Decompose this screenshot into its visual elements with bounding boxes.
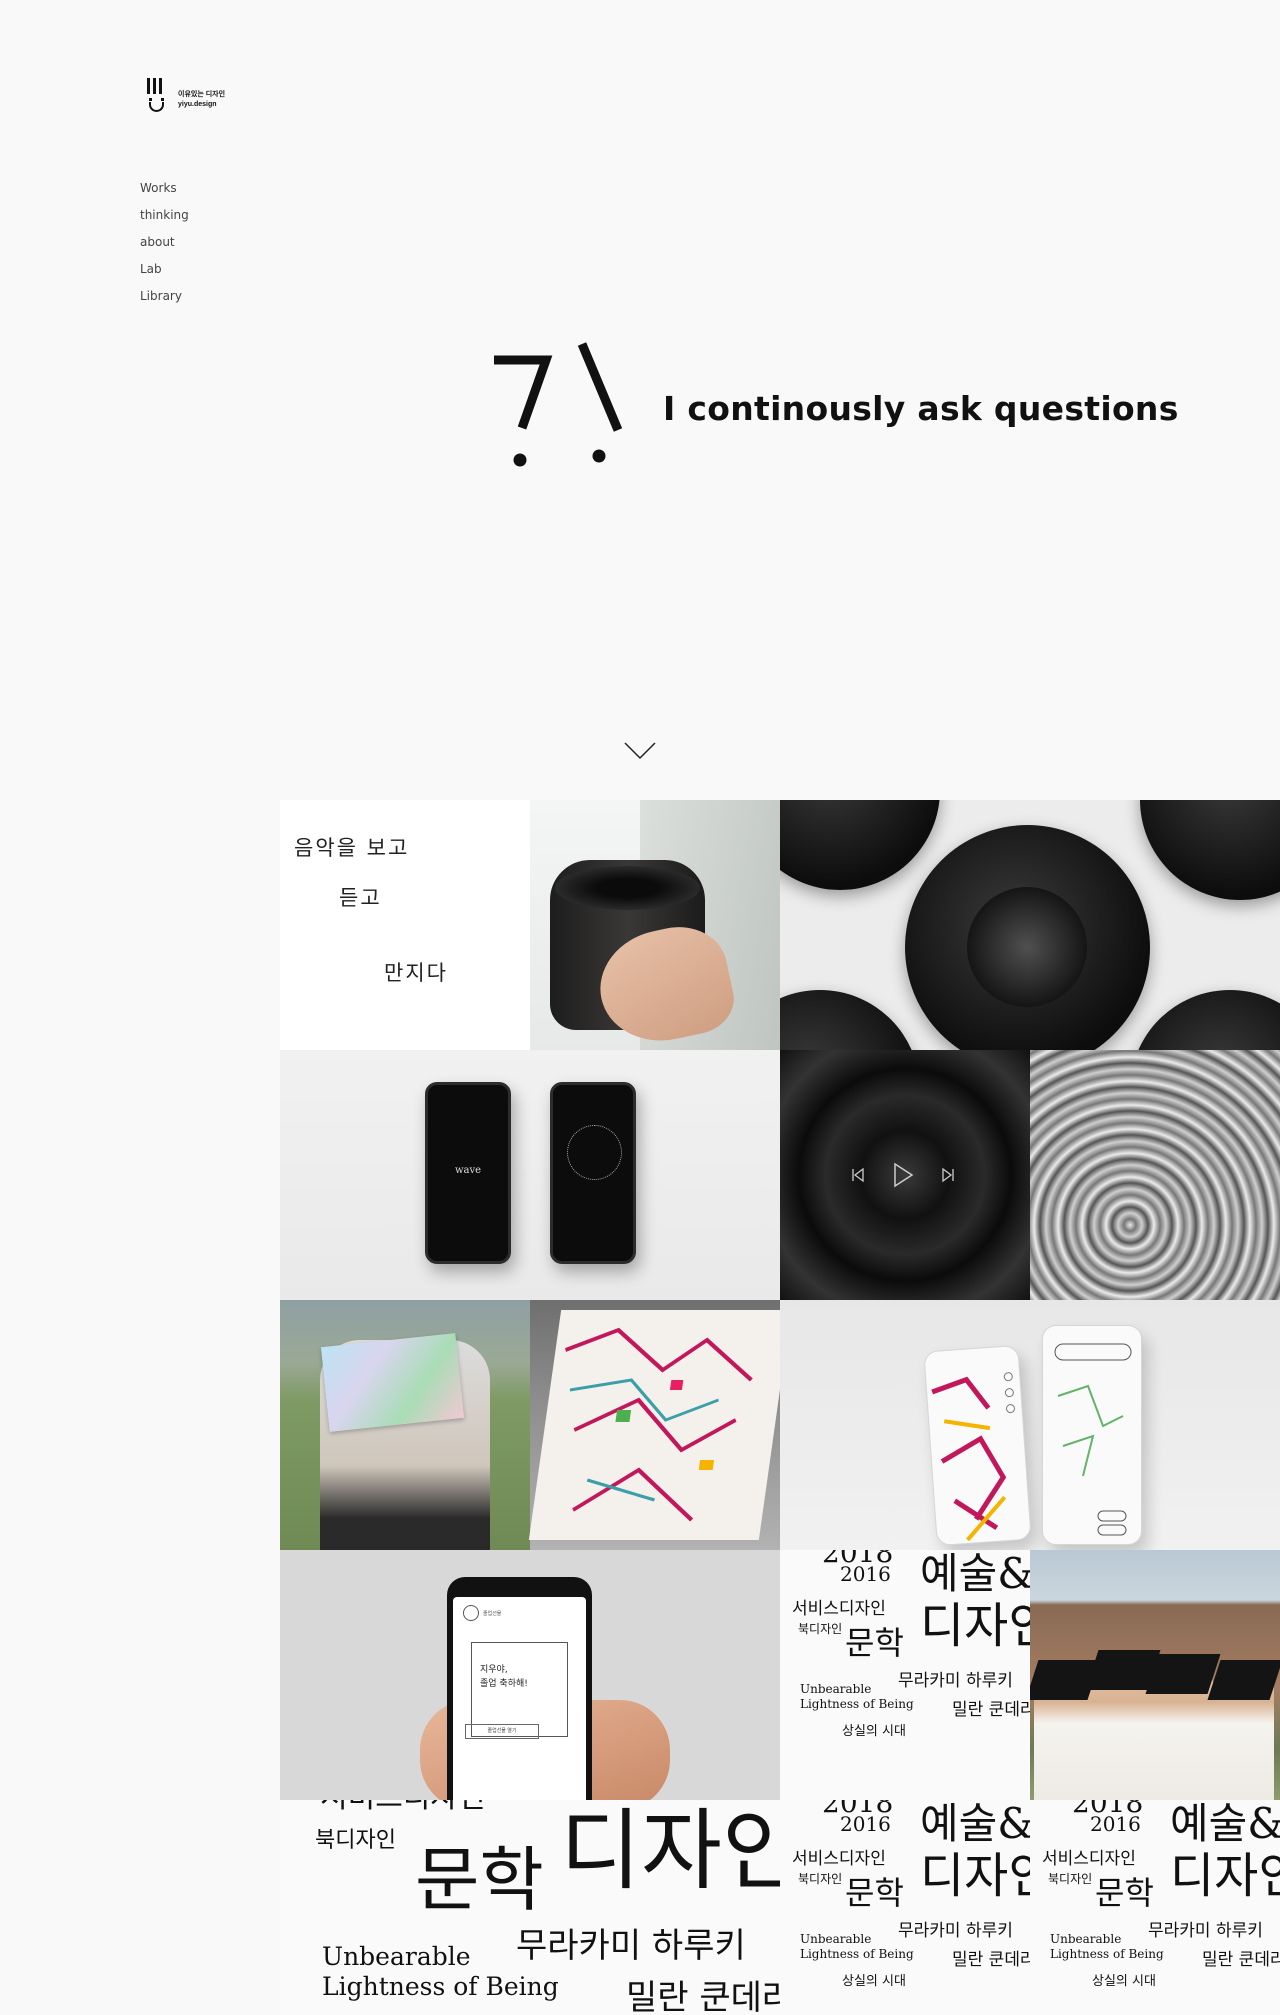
work-tile-graduates-photo[interactable]: [1030, 1550, 1280, 1800]
speaker-disc-image: [905, 825, 1150, 1050]
main-nav: Works thinking about Lab Library: [140, 181, 189, 316]
question-exclamation-icon: [494, 342, 623, 467]
poster-kundera: 밀란 쿤데라: [1202, 1950, 1280, 1970]
music-line-3: 만지다: [384, 961, 448, 985]
greeting-line-2: 졸업 축하해!: [480, 1679, 528, 1689]
poster-murakami: 무라카미 하루키: [898, 1921, 1013, 1941]
previous-icon: [852, 1167, 864, 1183]
ripple-pattern-image: [1030, 1050, 1280, 1300]
poster-murakami: 무라카미 하루키: [898, 1671, 1013, 1691]
poster-kundera: 밀란 쿤데라: [952, 1950, 1030, 1970]
poster-unbearable: Unbearable: [800, 1682, 872, 1696]
work-tile-poster-large[interactable]: 서비스디자인 북디자인 문학 디자인 무라카미 하루키 Unbearable L…: [280, 1800, 780, 2015]
poster-literature: 문학: [1095, 1874, 1154, 1912]
next-icon: [942, 1167, 954, 1183]
open-gift-button[interactable]: 졸업선물 열기: [465, 1724, 539, 1739]
speaker-disc-image: [780, 800, 940, 890]
phone-image: wave: [425, 1082, 511, 1264]
poster-literature: 문학: [845, 1624, 904, 1662]
phone-image: [550, 1082, 636, 1264]
poster-murakami: 무라카미 하루키: [1148, 1921, 1263, 1941]
work-tile-speaker-discs[interactable]: [780, 800, 1280, 1050]
graduation-header-text: 졸업선물: [483, 1610, 502, 1617]
poster-book-design: 북디자인: [798, 1872, 843, 1886]
speaker-disc-image: [1130, 990, 1280, 1050]
poster-service-design: 서비스디자인: [320, 1800, 486, 1816]
hero-tagline: I continously ask questions: [663, 389, 1179, 428]
logo-name-ko: 이유있는 디자인: [178, 91, 226, 98]
poster-design: 디자인: [920, 1848, 1030, 1904]
poster-era: 상실의 시대: [842, 1974, 906, 1989]
poster-kundera: 밀란 쿤데라: [626, 1978, 780, 2015]
work-tile-poster[interactable]: 2018 2016 예술& 디자인 서비스디자인 북디자인 문학 무라카미 하루…: [1030, 1800, 1280, 2015]
poster-unbearable: Unbearable: [800, 1932, 872, 1946]
speaker-disc-image: [1140, 800, 1280, 900]
poster-literature: 문학: [845, 1874, 904, 1912]
work-tile-map-app[interactable]: [780, 1300, 1280, 1550]
poster-unbearable: Unbearable: [322, 1942, 471, 1971]
poster-kundera: 밀란 쿤데라: [952, 1700, 1030, 1720]
campus-map-image: [528, 1310, 780, 1540]
poster-design: 디자인: [1170, 1848, 1280, 1904]
works-grid: 음악을 보고 듣고 만지다 wave 졸업선물 지우야, 졸업 축하해! 졸업선…: [280, 800, 1280, 2015]
work-tile-music-text[interactable]: 음악을 보고 듣고 만지다: [280, 800, 780, 1050]
speaker-hand-photo: [530, 800, 780, 1050]
speaker-disc-image: [780, 990, 920, 1050]
wave-logo: wave: [454, 1165, 482, 1176]
grad-cap-image: [1145, 1654, 1221, 1694]
logo-text: 이유있는 디자인 yiyu.design: [178, 90, 225, 110]
poster-lightness: Lightness of Being: [1050, 1947, 1164, 1961]
work-tile-cymatics[interactable]: [780, 1050, 1280, 1300]
work-tile-poster[interactable]: 2018 2016 예술& 디자인 서비스디자인 북디자인 문학 무라카미 하루…: [780, 1800, 1030, 2015]
wheelchair-user-photo: [280, 1300, 530, 1550]
nav-item-about[interactable]: about: [140, 235, 189, 262]
smile-icon: [147, 94, 167, 116]
music-line-2: 듣고: [339, 886, 382, 910]
site-logo[interactable]: 이유있는 디자인 yiyu.design: [147, 76, 247, 122]
poster-book-design: 북디자인: [798, 1622, 843, 1636]
greeting-card: 지우야, 졸업 축하해!: [471, 1642, 568, 1737]
poster-design: 디자인: [560, 1800, 780, 1902]
poster-era: 상실의 시대: [1092, 1974, 1156, 1989]
greeting-line-1: 지우야,: [480, 1665, 508, 1675]
graduation-header: 졸업선물: [463, 1605, 501, 1621]
poster-lightness: Lightness of Being: [800, 1697, 914, 1711]
nav-item-works[interactable]: Works: [140, 181, 189, 208]
poster-service-design: 서비스디자인: [792, 1599, 886, 1619]
grad-cap-image: [1207, 1660, 1280, 1700]
poster-unbearable: Unbearable: [1050, 1932, 1122, 1946]
poster-era: 상실의 시대: [842, 1724, 906, 1739]
grad-cap-icon: [463, 1605, 479, 1621]
poster-literature: 문학: [415, 1839, 544, 1921]
poster-book-design: 북디자인: [315, 1828, 396, 1853]
poster-year-2: 2016: [1090, 1812, 1141, 1836]
device-image: [1042, 1325, 1142, 1545]
nav-item-lab[interactable]: Lab: [140, 262, 189, 289]
poster-lightness: Lightness of Being: [800, 1947, 914, 1961]
play-icon: [894, 1162, 914, 1188]
logo-name-en: yiyu.design: [178, 101, 217, 108]
device-image: [923, 1344, 1032, 1547]
phone-image: 졸업선물 지우야, 졸업 축하해! 졸업선물 열기: [447, 1577, 592, 1800]
work-tile-campus-map[interactable]: [280, 1300, 780, 1550]
music-line-1: 음악을 보고: [294, 836, 410, 860]
nav-item-thinking[interactable]: thinking: [140, 208, 189, 235]
chevron-down-icon[interactable]: [624, 742, 656, 760]
work-tile-graduation-app[interactable]: 졸업선물 지우야, 졸업 축하해! 졸업선물 열기: [280, 1550, 780, 1800]
poster-design: 디자인: [920, 1598, 1030, 1654]
poster-year-2: 2016: [840, 1562, 891, 1586]
poster-lightness: Lightness of Being: [322, 1972, 559, 2001]
work-tile-wave-app[interactable]: wave: [280, 1050, 780, 1300]
poster-service-design: 서비스디자인: [792, 1849, 886, 1869]
poster-year-2: 2016: [840, 1812, 891, 1836]
poster-murakami: 무라카미 하루키: [516, 1926, 746, 1966]
poster-book-design: 북디자인: [1048, 1872, 1093, 1886]
poster-service-design: 서비스디자인: [1042, 1849, 1136, 1869]
player-controls: [850, 1162, 956, 1188]
work-tile-poster[interactable]: 2018 2016 예술& 디자인 서비스디자인 북디자인 문학 무라카미 하루…: [780, 1550, 1030, 1800]
nav-item-library[interactable]: Library: [140, 289, 189, 316]
